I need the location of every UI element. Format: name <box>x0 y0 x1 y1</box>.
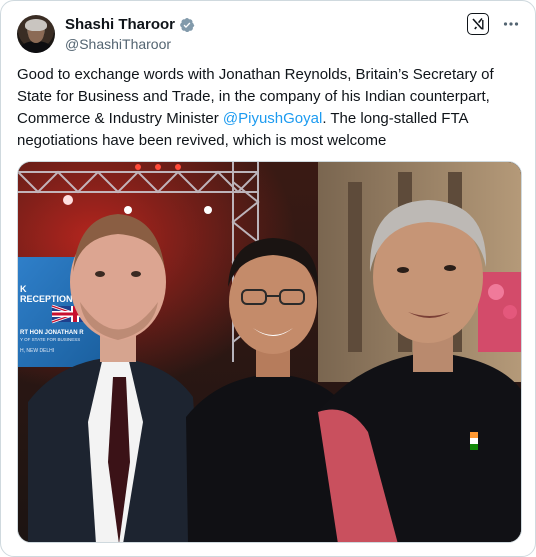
verified-badge-icon[interactable] <box>179 17 195 33</box>
mention-link[interactable]: @PiyushGoyal <box>223 110 322 127</box>
author-handle[interactable]: @ShashiTharoor <box>65 35 195 53</box>
name-row: Shashi Tharoor <box>65 16 195 34</box>
tweet-header: Shashi Tharoor @ShashiTharoor <box>17 13 195 55</box>
avatar[interactable] <box>17 15 55 53</box>
header-actions <box>467 13 521 35</box>
banner-text-5: H, NEW DELHI <box>20 348 54 354</box>
display-name[interactable]: Shashi Tharoor <box>65 16 175 34</box>
photo-image: K RECEPTION RT HON JONATHAN R Y OF STATE… <box>18 162 521 542</box>
banner-text-2: RECEPTION <box>20 294 73 304</box>
tweet-text: Good to exchange words with Jonathan Rey… <box>17 64 522 152</box>
grok-icon[interactable] <box>467 13 489 35</box>
author-info: Shashi Tharoor @ShashiTharoor <box>65 16 195 53</box>
banner-text-4: Y OF STATE FOR BUSINESS <box>20 337 80 342</box>
more-options-icon[interactable] <box>501 14 521 34</box>
tweet-photo[interactable]: K RECEPTION RT HON JONATHAN R Y OF STATE… <box>17 161 522 543</box>
tweet-card[interactable]: Shashi Tharoor @ShashiTharoor Good to ex… <box>0 0 536 557</box>
banner-text-1: K <box>20 284 27 294</box>
banner-text-3: RT HON JONATHAN R <box>20 330 84 336</box>
